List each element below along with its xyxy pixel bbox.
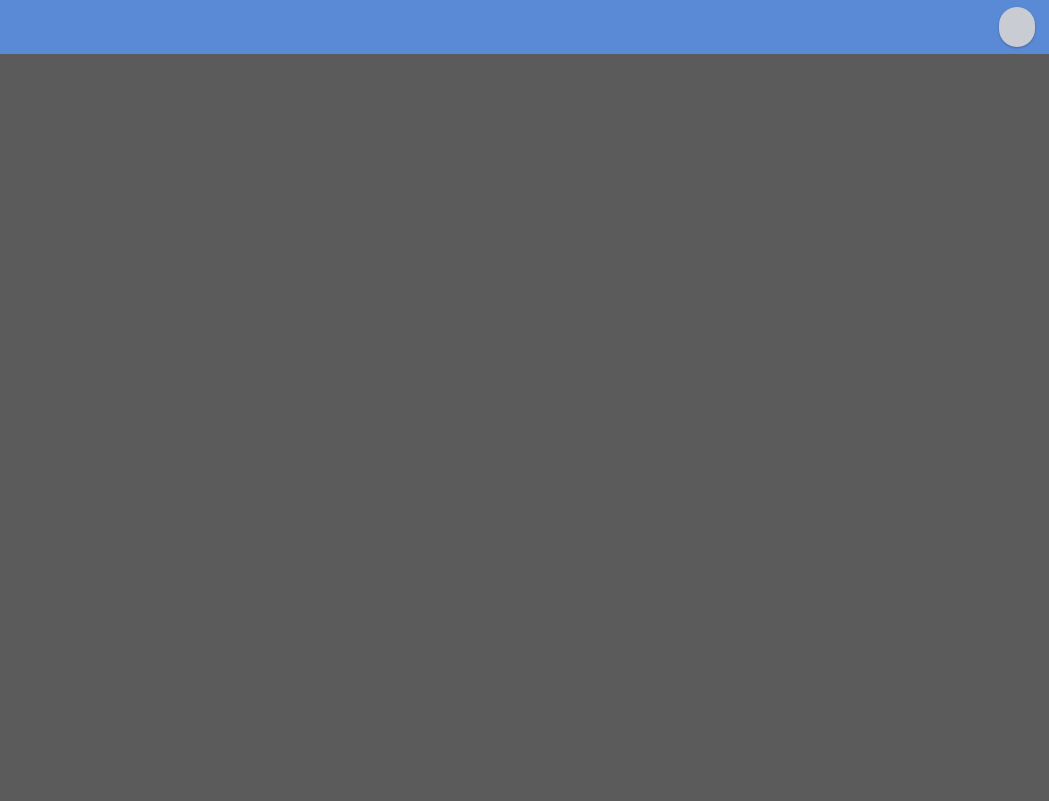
title-bar — [0, 0, 1049, 54]
exit-browse-button[interactable] — [999, 7, 1035, 47]
build-page — [0, 54, 1049, 70]
